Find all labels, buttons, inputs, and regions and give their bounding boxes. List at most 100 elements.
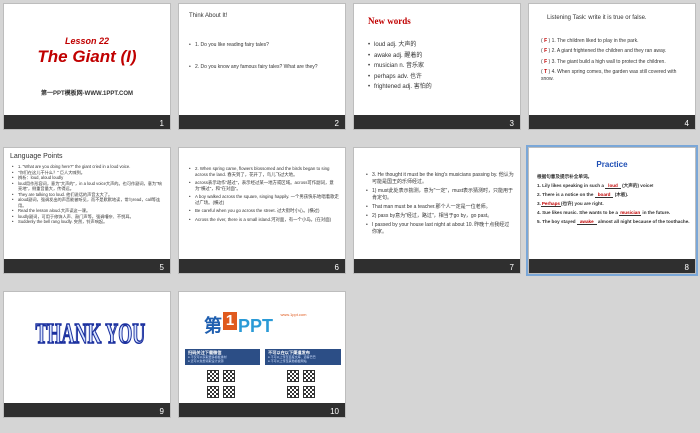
explanation-item: Across the river, there is a small islan… <box>189 217 339 223</box>
slide-thumbnail-6[interactable]: 2. When spring came, flowers blossomed a… <box>178 147 346 274</box>
slide-heading: New words <box>368 16 411 26</box>
site-label: 第一PPT模板网-WWW.1PPT.COM <box>41 91 133 97</box>
slide-number: 6 <box>334 263 339 272</box>
slide-footer: 7 <box>354 259 520 273</box>
logo-one: 1 <box>223 312 237 330</box>
tf-mark: F <box>544 58 548 65</box>
lesson-label: Lesson 22 <box>64 36 110 46</box>
slide-number: 1 <box>159 119 164 128</box>
tf-item: ( F ) 3. The giant build a high wall to … <box>541 58 666 65</box>
slide-footer: 6 <box>179 259 345 273</box>
logo-ppt: PPT <box>238 316 274 336</box>
practice-item: 5. The boy stayed awake almost all night… <box>537 218 690 225</box>
language-point: loud用作形容词，意为"大声的"，in a loud voice大声的。也可作… <box>12 181 166 192</box>
explanation-item: 2. When spring came, flowers blossomed a… <box>189 166 339 178</box>
explanation-item: 3. He thought it must be the king's musi… <box>366 172 514 186</box>
word-item: perhaps adv. 也许 <box>368 72 432 83</box>
tf-mark: F <box>544 38 548 44</box>
qr-code-icon <box>303 386 315 398</box>
answer-blank: board <box>594 191 614 198</box>
answer-blank: musician <box>619 209 642 216</box>
qr-code-icon <box>207 386 219 398</box>
practice-item: 4. Sue likes music. She wants to be a mu… <box>537 209 671 216</box>
explanation-item: That man must be a teacher.那个人一定是一位老师。 <box>366 204 514 211</box>
tf-item: ( T ) 4. When spring comes, the garden w… <box>541 68 677 82</box>
slide-footer: 1 <box>4 115 170 129</box>
practice-item: 2. There is a notice on the board (木板). <box>537 191 629 198</box>
question-item: 1. Do you like reading fairy tales? <box>189 42 337 49</box>
slide-number: 9 <box>159 407 164 416</box>
explanation-item: Be careful when you go across the street… <box>189 208 339 214</box>
answer-blank: Perhaps <box>540 200 561 207</box>
explanation-list: 2. When spring came, flowers blossomed a… <box>189 166 339 223</box>
word-item: awake adj. 醒着的 <box>368 51 432 62</box>
explanation-list: 3. He thought it must be the king's musi… <box>366 172 514 236</box>
tf-item: ( F ) 1. The children liked to play in t… <box>541 38 639 44</box>
slide-number: 5 <box>159 263 164 272</box>
practice-list: 1. Lily likes speaking in such a loud (大… <box>537 183 690 225</box>
practice-item: 1. Lily likes speaking in such a loud (大… <box>537 183 654 189</box>
practice-instructions: 根据句意及提示补全单词。 <box>537 174 593 179</box>
slide-heading: Practice <box>596 160 628 169</box>
panel-line: ● 还可以免费领取设计资源 <box>188 358 224 363</box>
word-list: loud adj. 大声的 awake adj. 醒着的 musician n.… <box>368 40 432 93</box>
slide-thumbnail-10[interactable]: 第 1 PPT www.1ppt.com 扫码关注下载微信 ● 不仅可以获取更多模板… <box>178 291 346 418</box>
slide-thumbnail-8[interactable]: Practice 根据句意及提示补全单词。 1. Lily likes spea… <box>526 145 698 276</box>
answer-blank: awake <box>576 218 597 225</box>
slide-footer: 4 <box>529 115 695 129</box>
tf-text: 3. The giant build a high wall to protec… <box>551 58 666 65</box>
slide-footer: 2 <box>179 115 345 129</box>
language-point-list: 1. "What are you doing here?" the giant … <box>12 164 166 225</box>
practice-item: 3.Perhaps(也许) you are right. <box>537 200 604 207</box>
panel-line: ● 不可以上传至其他模板网站 <box>268 358 307 363</box>
slide-number: 4 <box>684 119 689 128</box>
tf-mark: F <box>544 48 548 55</box>
slide-heading: Think About It! <box>189 13 228 19</box>
explanation-item: 1) must此处表示揣测，意为"一定"，must表示猜测时，只能用于肯定句。 <box>366 188 514 202</box>
tf-text: 2. A giant frightened the children and t… <box>551 48 667 55</box>
explanation-item: I passed by your house last night at abo… <box>366 222 514 236</box>
slide-thumbnail-7[interactable]: 3. He thought it must be the king's musi… <box>353 147 521 274</box>
slide-thumbnail-5[interactable]: Language Points 1. "What are you doing h… <box>3 147 171 274</box>
slide-heading: Listening Task: write it is true or fals… <box>547 15 647 21</box>
slide-footer: 10 <box>179 403 345 417</box>
slide-title: The Giant (I) <box>37 47 137 66</box>
slide-number: 10 <box>330 407 339 416</box>
qr-code-icon <box>287 370 299 382</box>
qr-code-icon <box>207 370 219 382</box>
explanation-item: A boy walked across the square, singing … <box>189 194 339 206</box>
word-item: loud adj. 大声的 <box>368 40 432 51</box>
slide-thumbnail-9[interactable]: THANK YOU 9 <box>3 291 171 418</box>
qr-code-icon <box>303 370 315 382</box>
slide-number: 3 <box>509 119 514 128</box>
slide-thumbnail-4[interactable]: Listening Task: write it is true or fals… <box>528 3 696 130</box>
qr-code-icon <box>223 370 235 382</box>
slide-footer: 8 <box>529 259 695 273</box>
thank-you-text: THANK YOU <box>35 317 146 351</box>
slide-footer: 3 <box>354 115 520 129</box>
question-list: 1. Do you like reading fairy tales? 2. D… <box>189 42 337 71</box>
slide-heading: Language Points <box>10 153 63 160</box>
slide-thumbnail-3[interactable]: New words loud adj. 大声的 awake adj. 醒着的 m… <box>353 3 521 130</box>
language-point: Suddenly the bell rang loudly. 突然，铃声响起。 <box>12 219 166 225</box>
tf-text: 4. When spring comes, the garden was sti… <box>541 68 677 82</box>
answer-blank: loud <box>605 183 621 189</box>
explanation-item: across表示动作"越过"，表示经过某一地方或区域。across可作副词，意为… <box>189 180 339 192</box>
tf-item: ( F ) 2. A giant frightened the children… <box>541 48 667 55</box>
qr-code-icon <box>223 386 235 398</box>
explanation-item: 2) pass by意为"经过，路过"，相当于go by，go past。 <box>366 213 514 220</box>
language-point: aloud副词，强调发出的声音能被听见，而不是默默地读，常与read，call等… <box>12 197 166 208</box>
logo-char: 第 <box>204 316 222 336</box>
logo-url: www.1ppt.com <box>280 312 307 317</box>
word-item: frightened adj. 害怕的 <box>368 82 432 93</box>
slide-thumbnail-1[interactable]: Lesson 22 The Giant (I) 第一PPT模板网-WWW.1PP… <box>3 3 171 130</box>
slide-footer: 5 <box>4 259 170 273</box>
slide-thumbnail-2[interactable]: Think About It! 1. Do you like reading f… <box>178 3 346 130</box>
slide-number: 2 <box>334 119 339 128</box>
qr-code-icon <box>287 386 299 398</box>
slide-number: 7 <box>509 263 514 272</box>
info-panel-left: 扫码关注下载微信 ● 不仅可以获取更多模板素材 ● 还可以免费领取设计资源 <box>185 349 260 365</box>
slide-number: 8 <box>684 263 689 272</box>
slide-footer: 9 <box>4 403 170 417</box>
tf-text: 1. The children liked to play in the par… <box>551 38 639 44</box>
